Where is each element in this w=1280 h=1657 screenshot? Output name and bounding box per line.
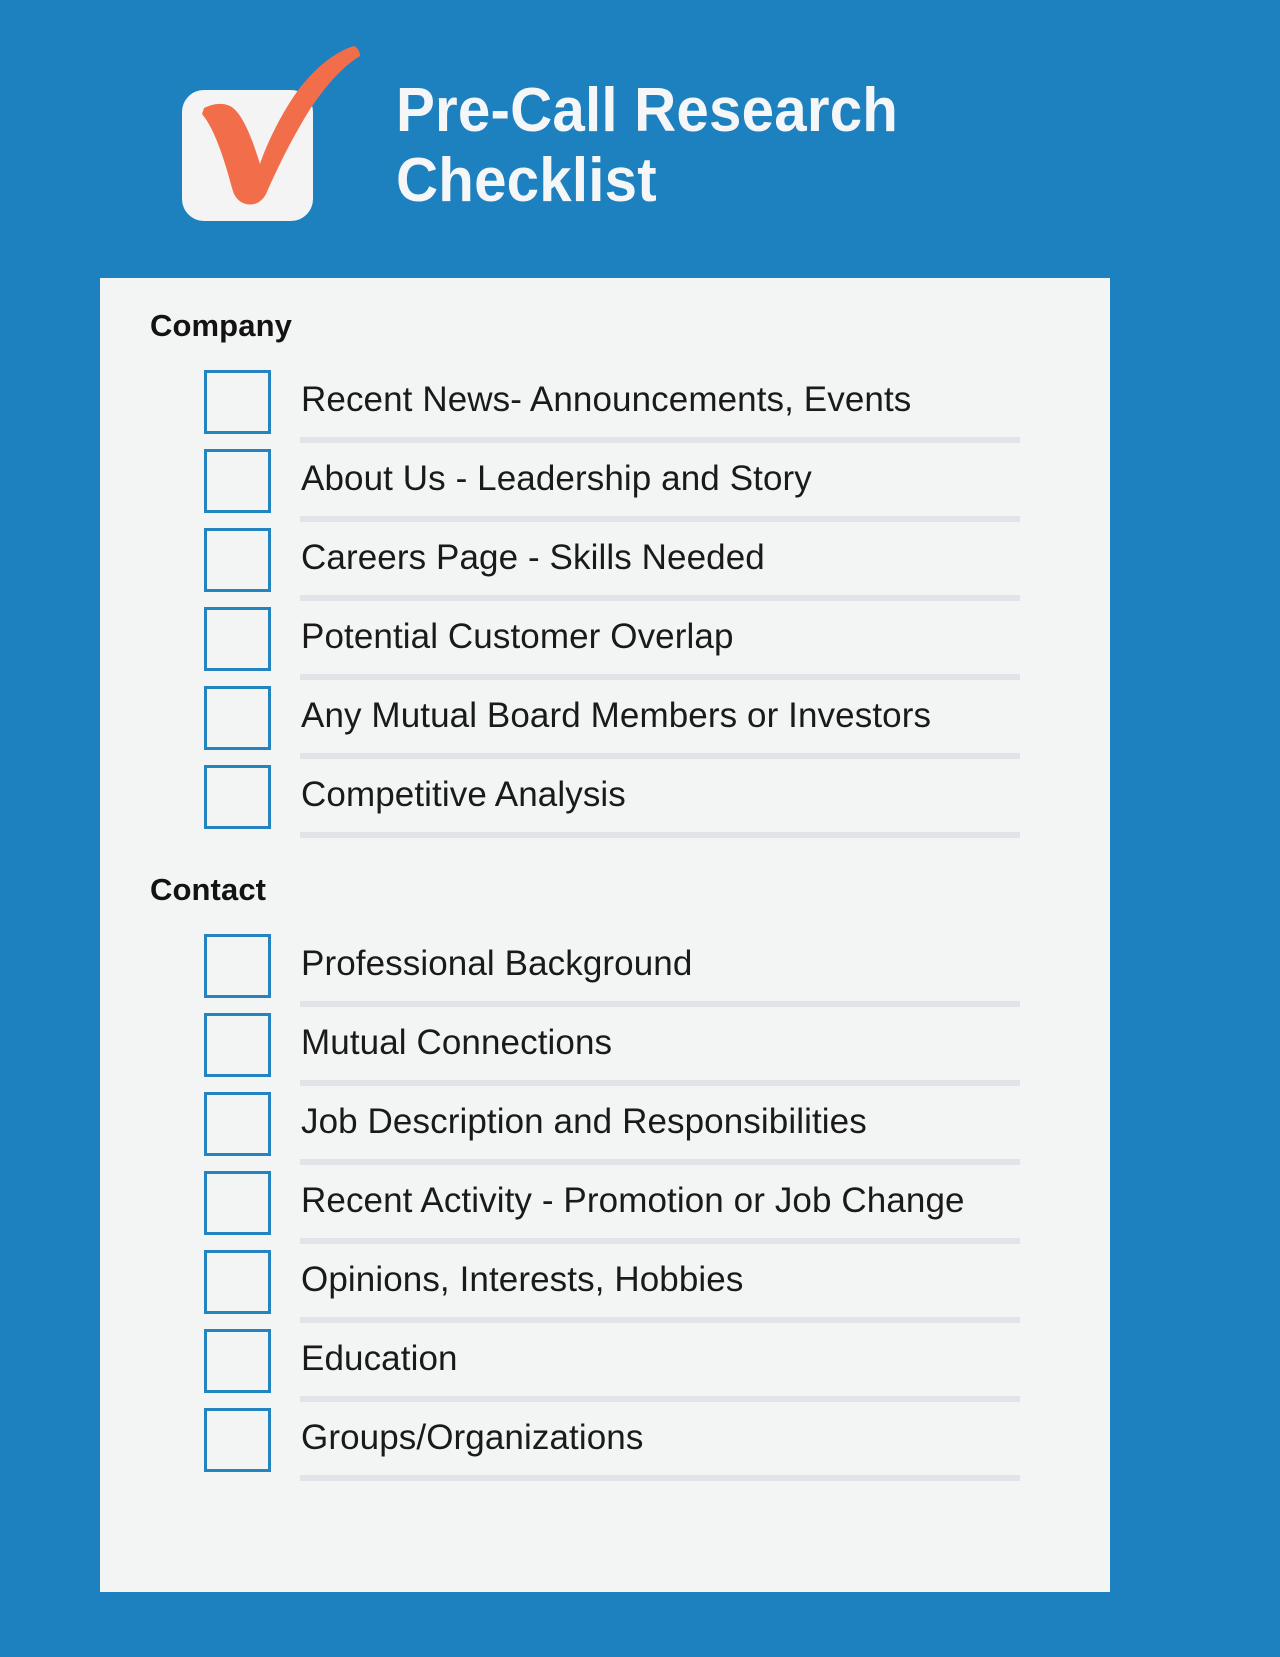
- checklist-card: Company Recent News- Announcements, Even…: [100, 278, 1110, 1592]
- section-title-contact: Contact: [150, 872, 266, 908]
- item-divider: [300, 1159, 1020, 1165]
- list-item[interactable]: About Us - Leadership and Story: [100, 445, 1110, 524]
- list-item[interactable]: Competitive Analysis: [100, 761, 1110, 840]
- checkmark-checkbox-icon: [182, 46, 332, 221]
- checkbox-competitive-analysis[interactable]: [204, 765, 271, 829]
- list-item-label: Mutual Connections: [301, 1021, 612, 1065]
- list-item-label: Job Description and Responsibilities: [301, 1100, 867, 1144]
- item-divider: [300, 1080, 1020, 1086]
- orange-checkmark-icon: [182, 46, 372, 221]
- item-divider: [300, 753, 1020, 759]
- list-item-label: Recent News- Announcements, Events: [301, 378, 911, 422]
- list-item[interactable]: Mutual Connections: [100, 1009, 1110, 1088]
- item-divider: [300, 1317, 1020, 1323]
- item-divider: [300, 1238, 1020, 1244]
- checkbox-mutual-connections[interactable]: [204, 1013, 271, 1077]
- page-title-line-1: Pre-Call Research: [396, 76, 898, 146]
- list-item-label: Opinions, Interests, Hobbies: [301, 1258, 743, 1302]
- list-item[interactable]: Professional Background: [100, 930, 1110, 1009]
- list-item[interactable]: Potential Customer Overlap: [100, 603, 1110, 682]
- item-divider: [300, 674, 1020, 680]
- list-item-label: Any Mutual Board Members or Investors: [301, 694, 931, 738]
- checkbox-customer-overlap[interactable]: [204, 607, 271, 671]
- list-item[interactable]: Careers Page - Skills Needed: [100, 524, 1110, 603]
- list-item-label: Recent Activity - Promotion or Job Chang…: [301, 1179, 965, 1223]
- list-item-label: Careers Page - Skills Needed: [301, 536, 765, 580]
- list-item[interactable]: Education: [100, 1325, 1110, 1404]
- item-divider: [300, 437, 1020, 443]
- checkbox-job-description[interactable]: [204, 1092, 271, 1156]
- list-item[interactable]: Job Description and Responsibilities: [100, 1088, 1110, 1167]
- list-item[interactable]: Any Mutual Board Members or Investors: [100, 682, 1110, 761]
- checkbox-opinions-interests[interactable]: [204, 1250, 271, 1314]
- list-item-label: Competitive Analysis: [301, 773, 626, 817]
- checkbox-groups-organizations[interactable]: [204, 1408, 271, 1472]
- checkbox-careers-page[interactable]: [204, 528, 271, 592]
- item-divider: [300, 1475, 1020, 1481]
- list-item-label: About Us - Leadership and Story: [301, 457, 812, 501]
- checkbox-recent-news[interactable]: [204, 370, 271, 434]
- page-header: Pre-Call Research Checklist: [0, 0, 1280, 278]
- list-item-label: Professional Background: [301, 942, 692, 986]
- checkbox-education[interactable]: [204, 1329, 271, 1393]
- list-item[interactable]: Groups/Organizations: [100, 1404, 1110, 1483]
- checkbox-mutual-board-members[interactable]: [204, 686, 271, 750]
- page-title-line-2: Checklist: [396, 146, 898, 216]
- list-item-label: Education: [301, 1337, 458, 1381]
- item-divider: [300, 1396, 1020, 1402]
- item-divider: [300, 516, 1020, 522]
- page-title: Pre-Call Research Checklist: [396, 46, 930, 216]
- list-item-label: Groups/Organizations: [301, 1416, 643, 1460]
- list-item[interactable]: Recent Activity - Promotion or Job Chang…: [100, 1167, 1110, 1246]
- checklist-items-company: Recent News- Announcements, Events About…: [100, 366, 1110, 840]
- header-content: Pre-Call Research Checklist: [182, 46, 930, 221]
- item-divider: [300, 1001, 1020, 1007]
- item-divider: [300, 832, 1020, 838]
- item-divider: [300, 595, 1020, 601]
- section-title-company: Company: [150, 308, 292, 344]
- list-item[interactable]: Recent News- Announcements, Events: [100, 366, 1110, 445]
- checkbox-professional-background[interactable]: [204, 934, 271, 998]
- list-item-label: Potential Customer Overlap: [301, 615, 734, 659]
- list-item[interactable]: Opinions, Interests, Hobbies: [100, 1246, 1110, 1325]
- checkbox-recent-activity[interactable]: [204, 1171, 271, 1235]
- checklist-items-contact: Professional Background Mutual Connectio…: [100, 930, 1110, 1483]
- checkbox-about-us[interactable]: [204, 449, 271, 513]
